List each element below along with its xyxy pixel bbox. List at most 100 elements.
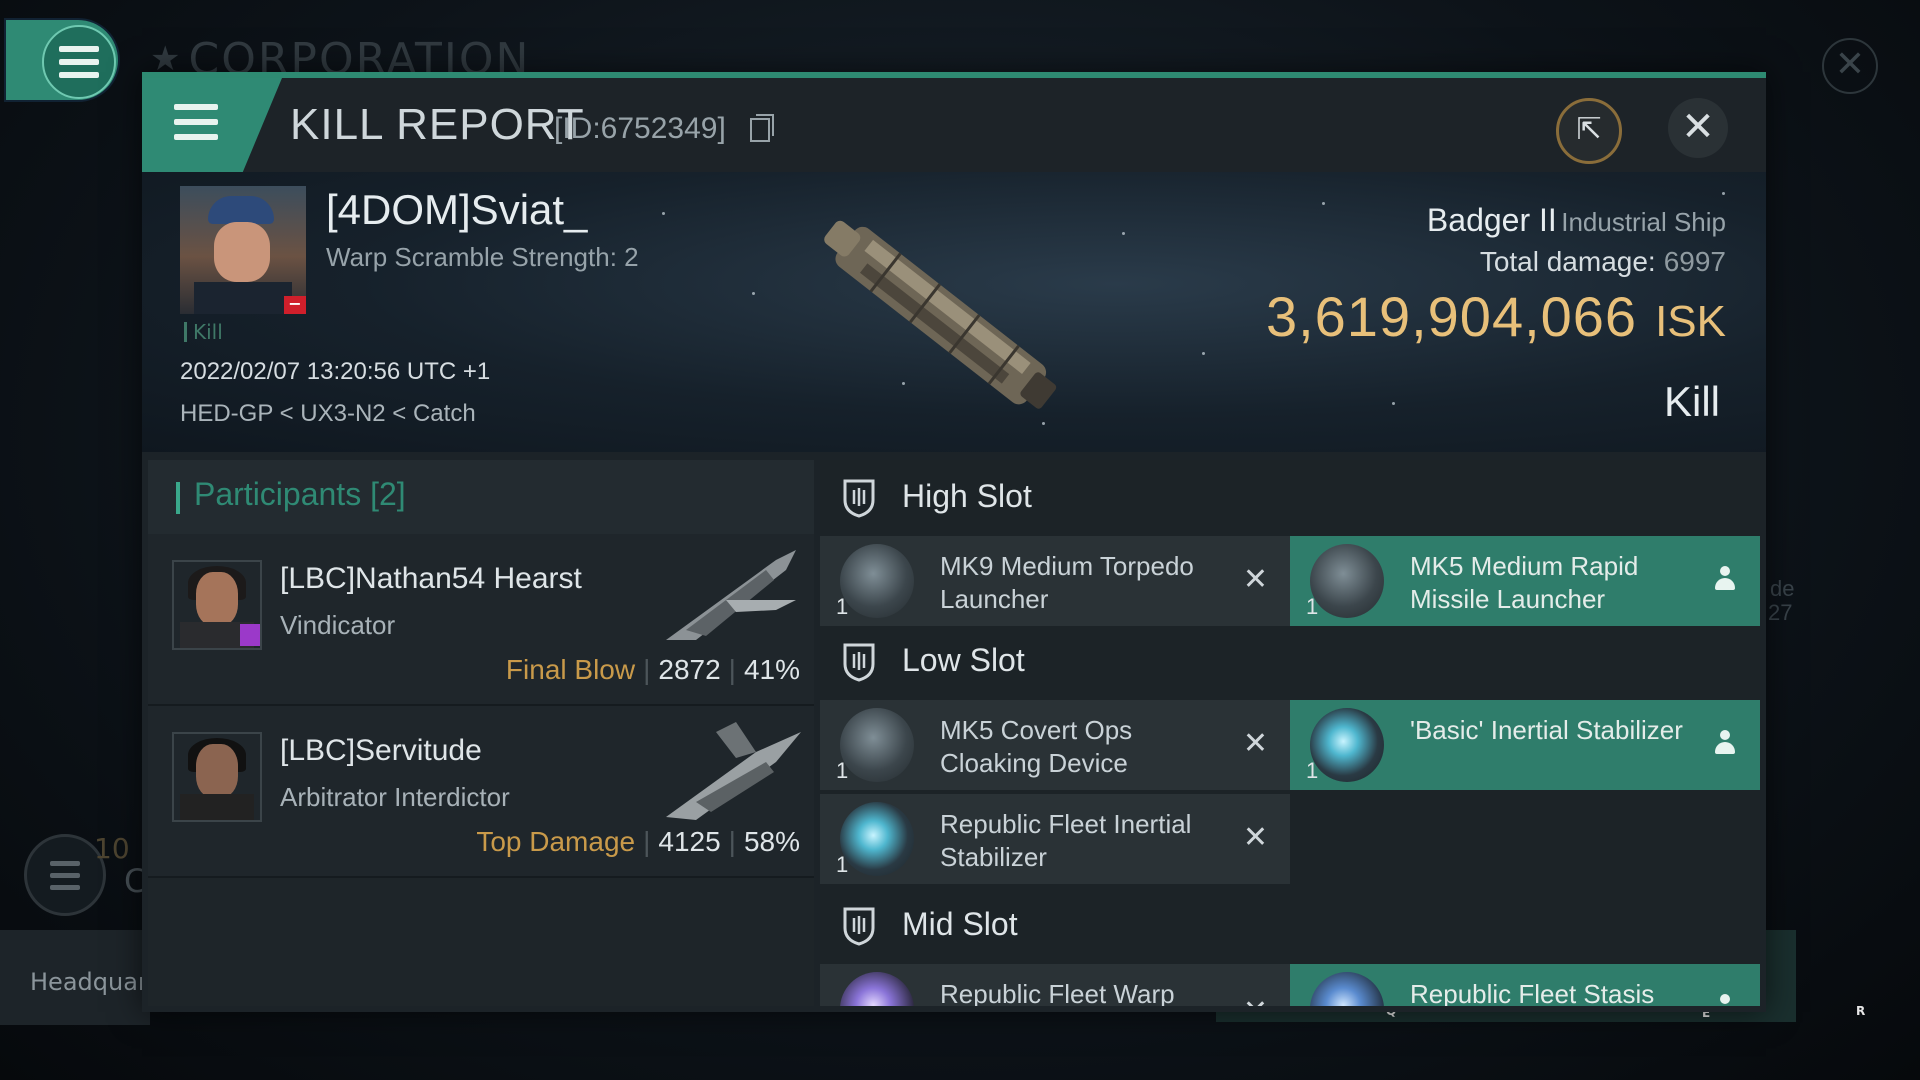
title-bar: KILL REPORT [ID:6752349] ⇱ ✕: [142, 78, 1766, 172]
total-damage-value: 6997: [1663, 246, 1726, 277]
item-name: Republic Fleet Warp: [940, 979, 1175, 1006]
participants-panel: Participants [2] [LBC]Nathan54 Hearst Vi…: [148, 460, 814, 1006]
headquarters-tab[interactable]: Headquar: [0, 930, 150, 1025]
item-name: MK5 Covert Ops Cloaking Device: [940, 715, 1133, 778]
share-button[interactable]: ⇱: [1556, 98, 1622, 164]
mid-slot-label: Mid Slot: [902, 906, 1018, 942]
main-menu-button[interactable]: [6, 20, 118, 100]
item-dropped[interactable]: 1 MK5 Medium Rapid Missile Launcher: [1290, 536, 1760, 626]
copy-icon[interactable]: [750, 114, 774, 142]
item-quantity: 1: [836, 852, 849, 877]
menu-icon: [50, 860, 80, 890]
isk-unit: ISK: [1655, 297, 1726, 346]
role-badge-icon: [240, 624, 260, 646]
participant-stats: Final Blow | 2872 | 41%: [505, 654, 800, 685]
participant-row[interactable]: [LBC]Nathan54 Hearst Vindicator Final Bl…: [148, 534, 814, 706]
ship-image[interactable]: [782, 184, 1102, 444]
background-close-icon[interactable]: ✕: [1822, 38, 1878, 94]
participant-stats: Top Damage | 4125 | 58%: [476, 826, 800, 857]
background-side-text: de: [1770, 576, 1795, 601]
participant-ship: Vindicator: [280, 610, 396, 640]
item-dropped[interactable]: Republic Fleet Stasis: [1290, 964, 1760, 1006]
shield-icon: [843, 479, 875, 518]
item-destroyed[interactable]: Republic Fleet Warp ✕: [820, 964, 1290, 1006]
item-destroyed[interactable]: 1 MK9 Medium Torpedo Launcher ✕: [820, 536, 1290, 626]
kill-location[interactable]: HED-GP < UX3-N2 < Catch: [180, 400, 476, 428]
dropped-person-icon: [1714, 566, 1736, 592]
item-name: Republic Fleet Stasis: [1410, 979, 1655, 1006]
participant-name: [LBC]Nathan54 Hearst: [280, 562, 582, 595]
kill-report-panel: KILL REPORT [ID:6752349] ⇱ ✕ − [4DOM]Svi…: [142, 72, 1766, 1012]
inertial-stabilizer-icon: [1310, 708, 1384, 782]
torpedo-launcher-icon: [840, 544, 914, 618]
item-quantity: 1: [1306, 594, 1319, 619]
destroyed-icon: ✕: [1242, 562, 1268, 597]
participant-damage: 4125: [658, 826, 721, 857]
background-counter: 10: [94, 832, 130, 865]
shield-icon: [843, 907, 875, 946]
item-destroyed[interactable]: 1 MK5 Covert Ops Cloaking Device ✕: [820, 700, 1290, 790]
close-icon: ✕: [1681, 104, 1715, 150]
dropped-person-icon: [1714, 994, 1736, 1006]
participant-percent: 58%: [743, 826, 800, 857]
cloaking-device-icon: [840, 708, 914, 782]
item-name: MK9 Medium Torpedo Launcher: [940, 551, 1194, 614]
item-quantity: 1: [836, 758, 849, 783]
inertial-stabilizer-icon: [840, 802, 914, 876]
ship-name[interactable]: Badger II: [1427, 202, 1557, 238]
final-blow-tag: Final Blow: [505, 654, 636, 685]
hotkey-r: R: [1856, 1004, 1866, 1018]
mid-slot-header: Mid Slot: [820, 888, 1760, 964]
external-link-icon: ⇱: [1576, 112, 1602, 147]
participant-portrait[interactable]: [172, 732, 262, 822]
item-name: Republic Fleet Inertial Stabilizer: [940, 809, 1192, 872]
destroyed-icon: ✕: [1243, 994, 1268, 1006]
panel-menu-button[interactable]: [142, 78, 282, 172]
shield-icon: [843, 643, 875, 682]
high-slot-label: High Slot: [902, 478, 1032, 514]
item-name: 'Basic' Inertial Stabilizer: [1410, 715, 1683, 745]
participant-row[interactable]: [LBC]Servitude Arbitrator Interdictor To…: [148, 706, 814, 878]
hostile-badge: −: [284, 296, 306, 314]
participant-ship-image: [666, 550, 796, 640]
ship-class: Industrial Ship: [1561, 207, 1726, 237]
isk-value: 3,619,904,066 ISK: [1266, 284, 1726, 349]
destroyed-icon: ✕: [1242, 820, 1268, 855]
victim-banner: − [4DOM]Sviat_ Warp Scramble Strength: 2…: [142, 172, 1766, 452]
victim-ship: Badger II Industrial Ship: [1427, 202, 1726, 239]
participant-damage: 2872: [658, 654, 721, 685]
victim-portrait[interactable]: [180, 186, 306, 314]
participant-ship: Arbitrator Interdictor: [280, 782, 510, 812]
item-quantity: 1: [836, 594, 849, 619]
destroyed-icon: ✕: [1242, 726, 1268, 761]
participant-ship-image: [666, 722, 801, 820]
kill-datetime: 2022/02/07 13:20:56 UTC +1: [180, 358, 491, 385]
item-quantity: 1: [1306, 758, 1319, 783]
missile-launcher-icon: [1310, 544, 1384, 618]
warp-disruptor-icon: [840, 972, 914, 1006]
kill-tag: Kill: [184, 322, 223, 342]
low-slot-label: Low Slot: [902, 642, 1025, 678]
item-name: MK5 Medium Rapid Missile Launcher: [1410, 551, 1639, 614]
item-dropped[interactable]: 1 'Basic' Inertial Stabilizer: [1290, 700, 1760, 790]
top-damage-tag: Top Damage: [476, 826, 636, 857]
total-damage-label: Total damage:: [1479, 246, 1656, 277]
high-slot-header: High Slot: [820, 460, 1760, 536]
stasis-webifier-icon: [1310, 972, 1384, 1006]
result-label: Kill: [1663, 378, 1720, 425]
total-damage: Total damage: 6997: [1480, 246, 1726, 278]
isk-amount: 3,619,904,066: [1265, 285, 1638, 348]
low-slot-header: Low Slot: [820, 624, 1760, 700]
menu-icon: [174, 104, 218, 140]
fitting-panel: High Slot 1 MK9 Medium Torpedo Launcher …: [820, 460, 1760, 1006]
participant-percent: 41%: [743, 654, 800, 685]
item-destroyed[interactable]: 1 Republic Fleet Inertial Stabilizer ✕: [820, 794, 1290, 884]
victim-name[interactable]: [4DOM]Sviat_: [326, 186, 587, 234]
participant-name: [LBC]Servitude: [280, 734, 482, 767]
report-id: [ID:6752349]: [554, 112, 726, 145]
participants-title: Participants [2]: [194, 476, 406, 512]
panel-title: KILL REPORT: [290, 100, 585, 149]
menu-icon: [59, 46, 99, 78]
close-button[interactable]: ✕: [1668, 98, 1728, 158]
warp-scramble-strength: Warp Scramble Strength: 2: [326, 242, 639, 272]
